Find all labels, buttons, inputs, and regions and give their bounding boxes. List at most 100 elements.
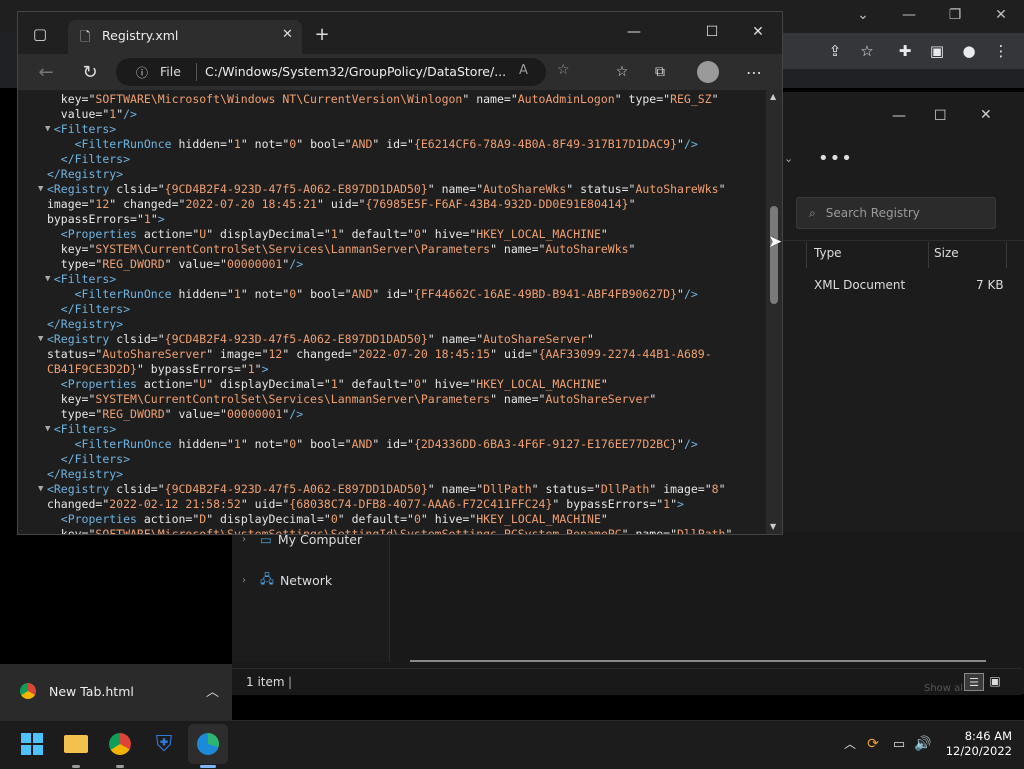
xml-attr: " bool="	[296, 437, 352, 451]
chevron-up-icon[interactable]: ︿	[842, 735, 858, 751]
chevron-up-icon[interactable]: ︿	[206, 681, 219, 700]
collapse-triangle-icon[interactable]: ▼	[45, 122, 50, 137]
chevron-right-icon[interactable]: ›	[242, 534, 256, 545]
file-type-cell[interactable]: XML Document	[814, 278, 905, 292]
search-input[interactable]: ⌕ Search Registry	[796, 197, 996, 229]
show-all-link[interactable]: Show all	[924, 683, 966, 694]
favorites-icon[interactable]: ☆	[610, 60, 634, 84]
chrome-icon[interactable]	[100, 724, 140, 764]
xml-attr: " name="	[621, 527, 677, 534]
minimize-icon[interactable]: —	[892, 108, 906, 124]
xml-attr: " image="	[206, 347, 269, 361]
xml-source-view[interactable]: key="SOFTWARE\Microsoft\Windows NT\Curre…	[18, 90, 766, 534]
file-explorer-icon[interactable]	[56, 724, 96, 764]
collapse-triangle-icon[interactable]: ▼	[38, 182, 43, 197]
column-header-type[interactable]: Type	[814, 246, 842, 260]
xml-attr: " hive="	[420, 377, 477, 391]
details-view-icon[interactable]: ☰	[964, 673, 984, 691]
nav-item-network[interactable]: › 🖧 Network	[242, 570, 332, 591]
edge-icon[interactable]	[188, 724, 228, 764]
collapse-triangle-icon[interactable]: ▼	[45, 422, 50, 437]
new-tab-icon[interactable]: +	[312, 24, 332, 45]
xml-tag: <FilterRunOnce	[74, 137, 179, 151]
xml-attr: " name="	[490, 392, 546, 406]
address-bar[interactable]: ⓘ File C:/Windows/System32/GroupPolicy/D…	[116, 58, 570, 86]
xml-tag: <Registry	[46, 182, 117, 196]
xml-attr: key="	[60, 92, 96, 106]
xml-attr: " name="	[462, 92, 518, 106]
xml-attr: " bool="	[296, 137, 352, 151]
scroll-down-icon[interactable]: ▼	[770, 522, 776, 531]
file-size-cell[interactable]: 7 KB	[976, 278, 1004, 292]
address-text[interactable]: C:/Windows/System32/GroupPolicy/DataStor…	[205, 64, 506, 79]
scroll-up-icon[interactable]: ▲	[770, 92, 776, 101]
back-icon[interactable]: ←	[34, 60, 58, 84]
maximize-icon[interactable]: ☐	[700, 20, 724, 44]
minimize-icon[interactable]: —	[894, 0, 924, 30]
xml-line: changed="2022-02-12 21:58:52" uid="{6803…	[40, 497, 684, 512]
add-favorite-icon[interactable]: ☆	[557, 62, 570, 78]
maximize-icon[interactable]: ☐	[934, 108, 947, 124]
more-menu-icon[interactable]: ⋮	[988, 38, 1014, 64]
xml-val: AutoShareWks	[635, 182, 719, 196]
thumbnail-view-icon[interactable]: ▣	[986, 673, 1004, 689]
refresh-icon[interactable]: ↻	[78, 60, 102, 84]
sync-icon[interactable]: ⟳	[864, 735, 882, 753]
collections-icon[interactable]: ⧉	[648, 60, 672, 84]
collapse-triangle-icon[interactable]: ▼	[38, 482, 43, 497]
download-file-name[interactable]: New Tab.html	[49, 684, 134, 699]
close-icon[interactable]: ✕	[980, 107, 992, 123]
download-notification[interactable]: New Tab.html ︿	[0, 664, 232, 720]
xml-attr: "	[150, 212, 158, 226]
info-icon[interactable]: ⓘ	[136, 64, 148, 81]
xml-attr: " not="	[240, 137, 290, 151]
volume-icon[interactable]: 🔊	[914, 735, 932, 753]
xml-val: {AAF33099-2274-44B1-A689-	[538, 347, 712, 361]
xml-indent	[40, 107, 61, 121]
read-aloud-icon[interactable]: A	[519, 63, 528, 78]
tab-actions-icon[interactable]: ▢	[30, 24, 50, 44]
profile-icon[interactable]: ●	[956, 38, 982, 64]
xml-tag: <Filters>	[53, 422, 117, 436]
xml-val: 2022-02-12 21:58:52	[109, 497, 241, 511]
horizontal-scrollbar[interactable]	[410, 660, 986, 662]
xml-line: ▼ <Filters>	[40, 122, 116, 137]
start-icon[interactable]	[12, 724, 52, 764]
column-separator[interactable]	[806, 242, 807, 268]
xml-indent	[40, 452, 61, 466]
vertical-scrollbar[interactable]: ▲ ▼	[766, 90, 782, 534]
star-icon[interactable]: ☆	[854, 38, 880, 64]
chevron-down-icon[interactable]: ⌄	[784, 152, 793, 165]
xml-val: SYSTEM\CurrentControlSet\Services\Lanman…	[95, 242, 491, 256]
chevron-down-icon[interactable]: ⌄	[848, 0, 878, 30]
xml-val: REG_SZ	[670, 92, 712, 106]
close-icon[interactable]: ✕	[986, 0, 1016, 30]
close-icon[interactable]: ✕	[746, 20, 770, 44]
scroll-thumb[interactable]	[770, 206, 778, 304]
xml-line: key="SYSTEM\CurrentControlSet\Services\L…	[40, 242, 636, 257]
close-tab-icon[interactable]: ✕	[282, 27, 293, 42]
collapse-triangle-icon[interactable]: ▼	[45, 272, 50, 287]
xml-val: 0	[413, 512, 421, 526]
xml-indent	[40, 197, 47, 211]
restore-icon[interactable]: ❐	[940, 0, 970, 30]
clock[interactable]: 8:46 AM 12/20/2022	[944, 729, 1012, 759]
more-options-icon[interactable]: •••	[818, 148, 853, 169]
tab-registry-xml[interactable]: 🗋 Registry.xml ✕	[68, 20, 302, 54]
xml-attr: action="	[143, 227, 200, 241]
column-separator[interactable]	[928, 242, 929, 268]
column-separator[interactable]	[1006, 242, 1007, 268]
column-header-size[interactable]: Size	[934, 246, 959, 260]
more-menu-icon[interactable]: ⋯	[742, 60, 766, 84]
defender-icon[interactable]: ⛨	[144, 724, 184, 764]
xml-attr: "	[649, 392, 657, 406]
network-icon[interactable]: ▭	[890, 735, 908, 753]
chevron-right-icon[interactable]: ›	[242, 575, 256, 586]
share-icon[interactable]: ⇪	[822, 38, 848, 64]
collapse-triangle-icon[interactable]: ▼	[38, 332, 43, 347]
minimize-icon[interactable]: —	[622, 20, 646, 44]
nav-item-my-computer[interactable]: › ▭ My Computer	[242, 532, 362, 547]
extensions-icon[interactable]: ✚	[892, 38, 918, 64]
profile-avatar[interactable]	[697, 61, 719, 83]
side-panel-icon[interactable]: ▣	[924, 38, 950, 64]
